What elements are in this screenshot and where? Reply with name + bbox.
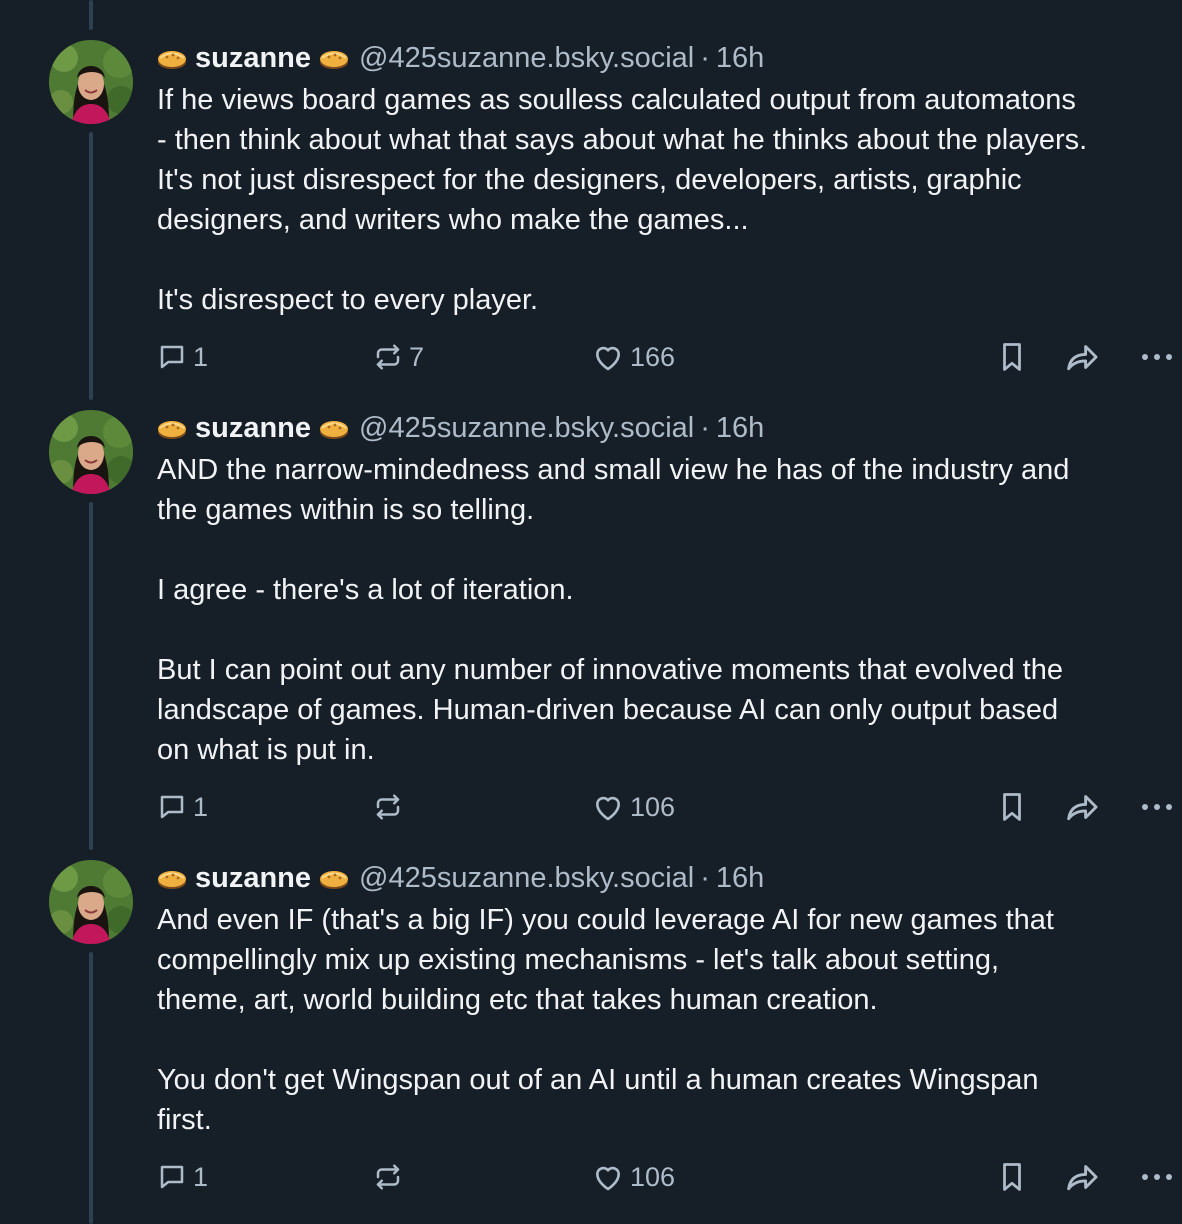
pie-emoji-icon bbox=[157, 46, 187, 70]
post-text: And even IF (that's a big IF) you could … bbox=[157, 900, 1182, 1140]
post-header: suzanne @425suzanne.bsky.social · 16h bbox=[157, 38, 764, 78]
post-text-line: It's disrespect to every player. bbox=[157, 284, 539, 316]
separator-dot: · bbox=[700, 41, 710, 74]
post-text-line: on what is put in. bbox=[157, 734, 375, 766]
separator-dot: · bbox=[700, 411, 710, 444]
user-handle[interactable]: @425suzanne.bsky.social bbox=[359, 862, 694, 895]
post-header: suzanne @425suzanne.bsky.social · 16h bbox=[157, 858, 764, 898]
pie-emoji-icon bbox=[157, 416, 187, 440]
bookmark-button[interactable] bbox=[998, 337, 1026, 377]
display-name[interactable]: suzanne bbox=[195, 42, 311, 75]
reply-count: 1 bbox=[193, 791, 209, 822]
share-arrow-icon bbox=[1066, 792, 1100, 822]
speech-bubble-icon bbox=[157, 1162, 187, 1192]
separator-dot: · bbox=[700, 861, 710, 894]
post-actions: 1 106 bbox=[0, 1157, 1182, 1197]
like-count: 106 bbox=[630, 1161, 676, 1192]
post-text: If he views board games as soulless calc… bbox=[157, 80, 1182, 320]
pie-emoji-icon bbox=[157, 866, 187, 890]
more-options-button[interactable] bbox=[1140, 337, 1174, 377]
pie-emoji-icon bbox=[319, 866, 349, 890]
post-text-line: - then think about what that says about … bbox=[157, 124, 1088, 156]
share-button[interactable] bbox=[1066, 787, 1100, 827]
avatar[interactable] bbox=[49, 410, 133, 494]
share-arrow-icon bbox=[1066, 1162, 1100, 1192]
post-text-line bbox=[157, 610, 1182, 650]
post-text-line: theme, art, world building etc that take… bbox=[157, 984, 878, 1016]
speech-bubble-icon bbox=[157, 342, 187, 372]
repost-button[interactable]: 7 bbox=[373, 337, 424, 377]
more-dots-icon bbox=[1140, 1172, 1174, 1182]
post-text-line: And even IF (that's a big IF) you could … bbox=[157, 904, 1054, 936]
reply-button[interactable]: 1 bbox=[157, 787, 208, 827]
avatar[interactable] bbox=[49, 40, 133, 124]
display-name[interactable]: suzanne bbox=[195, 412, 311, 445]
repost-count: 7 bbox=[409, 341, 425, 372]
post-text-line: designers, and writers who make the game… bbox=[157, 204, 749, 236]
post-text-line: If he views board games as soulless calc… bbox=[157, 84, 1076, 116]
post-header: suzanne @425suzanne.bsky.social · 16h bbox=[157, 408, 764, 448]
bookmark-icon bbox=[998, 342, 1026, 372]
user-handle[interactable]: @425suzanne.bsky.social bbox=[359, 412, 694, 445]
share-button[interactable] bbox=[1066, 337, 1100, 377]
bookmark-icon bbox=[998, 792, 1026, 822]
thread-line-top bbox=[89, 0, 93, 30]
like-button[interactable]: 106 bbox=[592, 1157, 675, 1197]
post-text-line: I agree - there's a lot of iteration. bbox=[157, 574, 574, 606]
post-text: AND the narrow-mindedness and small view… bbox=[157, 450, 1182, 770]
bookmark-icon bbox=[998, 1162, 1026, 1192]
post-text-line bbox=[157, 240, 1182, 280]
like-button[interactable]: 166 bbox=[592, 337, 675, 377]
post-actions: 1 7 166 bbox=[0, 337, 1182, 377]
post-text-line: AND the narrow-mindedness and small view… bbox=[157, 454, 1070, 486]
pie-emoji-icon bbox=[319, 46, 349, 70]
share-button[interactable] bbox=[1066, 1157, 1100, 1197]
more-options-button[interactable] bbox=[1140, 1157, 1174, 1197]
repost-arrows-icon bbox=[373, 1162, 403, 1192]
more-dots-icon bbox=[1140, 352, 1174, 362]
display-name[interactable]: suzanne bbox=[195, 862, 311, 895]
repost-button[interactable] bbox=[373, 787, 409, 827]
post-text-line: compellingly mix up existing mechanisms … bbox=[157, 944, 1000, 976]
post-text-line bbox=[157, 530, 1182, 570]
post-text-line bbox=[157, 1020, 1182, 1060]
heart-icon bbox=[592, 1162, 624, 1192]
post-actions: 1 106 bbox=[0, 787, 1182, 827]
bookmark-button[interactable] bbox=[998, 787, 1026, 827]
post-text-line: the games within is so telling. bbox=[157, 494, 535, 526]
like-count: 106 bbox=[630, 791, 676, 822]
post-text-line: first. bbox=[157, 1104, 212, 1136]
post-time[interactable]: 16h bbox=[716, 862, 764, 895]
post-time[interactable]: 16h bbox=[716, 412, 764, 445]
like-count: 166 bbox=[630, 341, 676, 372]
post-text-line: It's not just disrespect for the designe… bbox=[157, 164, 1022, 196]
reply-button[interactable]: 1 bbox=[157, 1157, 208, 1197]
more-dots-icon bbox=[1140, 802, 1174, 812]
speech-bubble-icon bbox=[157, 792, 187, 822]
post-text-line: But I can point out any number of innova… bbox=[157, 654, 1063, 686]
pie-emoji-icon bbox=[319, 416, 349, 440]
like-button[interactable]: 106 bbox=[592, 787, 675, 827]
user-handle[interactable]: @425suzanne.bsky.social bbox=[359, 42, 694, 75]
avatar[interactable] bbox=[49, 860, 133, 944]
heart-icon bbox=[592, 792, 624, 822]
more-options-button[interactable] bbox=[1140, 787, 1174, 827]
post-text-line: landscape of games. Human-driven because… bbox=[157, 694, 1059, 726]
post-text-line: You don't get Wingspan out of an AI unti… bbox=[157, 1064, 1039, 1096]
reply-button[interactable]: 1 bbox=[157, 337, 208, 377]
bookmark-button[interactable] bbox=[998, 1157, 1026, 1197]
reply-count: 1 bbox=[193, 1161, 209, 1192]
repost-arrows-icon bbox=[373, 792, 403, 822]
share-arrow-icon bbox=[1066, 342, 1100, 372]
reply-count: 1 bbox=[193, 341, 209, 372]
repost-arrows-icon bbox=[373, 342, 403, 372]
heart-icon bbox=[592, 342, 624, 372]
repost-button[interactable] bbox=[373, 1157, 409, 1197]
post-time[interactable]: 16h bbox=[716, 42, 764, 75]
